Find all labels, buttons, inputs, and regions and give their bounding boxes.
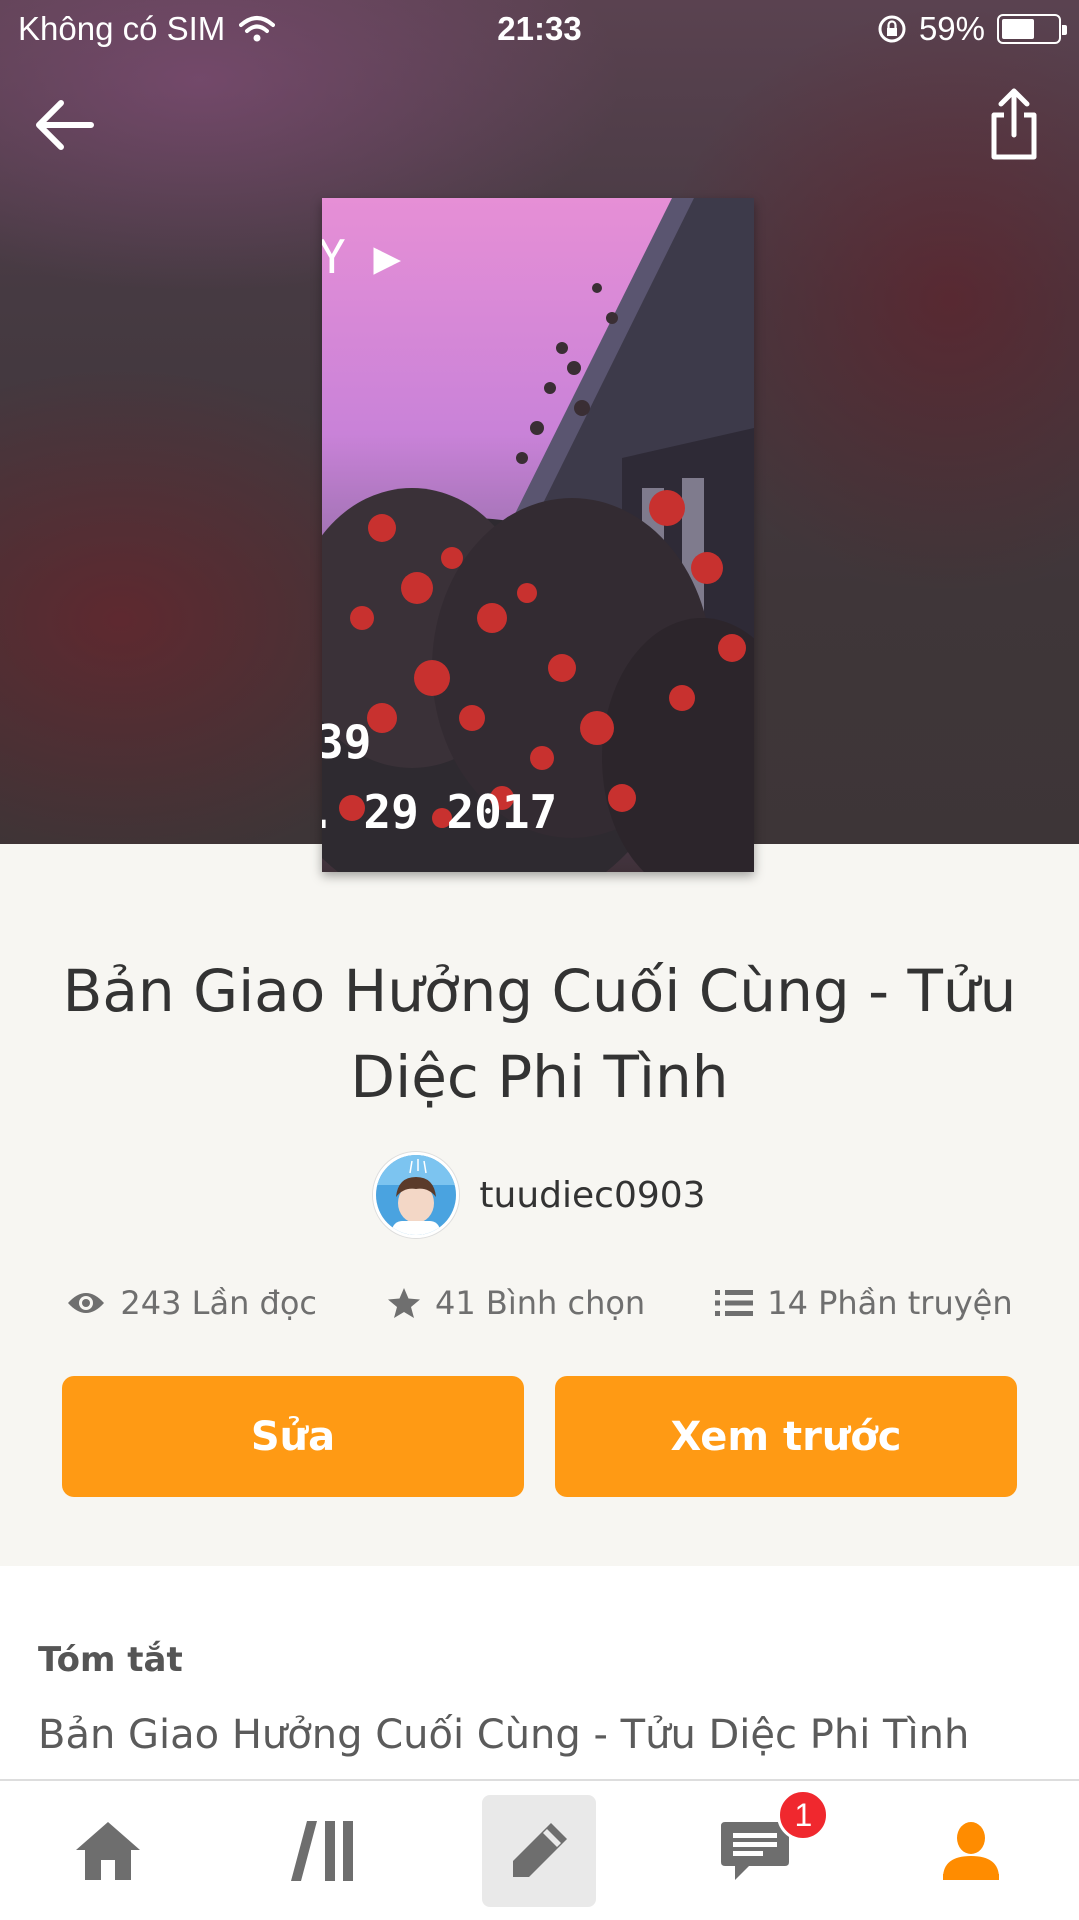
arrow-left-icon — [36, 100, 94, 150]
summary-section: Tóm tắt Bản Giao Hưởng Cuối Cùng - Tửu D… — [0, 1566, 1079, 1780]
preview-button[interactable]: Xem trước — [555, 1376, 1017, 1497]
story-header: Không có SIM 21:33 59% Y ▶ 39 . 29 2017 — [0, 0, 1079, 872]
summary-text: Bản Giao Hưởng Cuối Cùng - Tửu Diệc Phi … — [38, 1712, 970, 1758]
cover-overlay-line2: . 29 2017 — [322, 785, 557, 839]
rotation-lock-icon — [878, 15, 906, 43]
tab-messages[interactable]: 1 — [647, 1781, 863, 1920]
profile-icon — [943, 1821, 1000, 1880]
list-icon — [715, 1290, 754, 1316]
cover-overlay-top: Y ▶ — [322, 230, 401, 284]
avatar-image — [376, 1155, 457, 1235]
avatar[interactable] — [373, 1152, 460, 1238]
reads-label: 243 Lần đọc — [120, 1284, 317, 1322]
wifi-icon — [239, 16, 276, 42]
write-icon — [513, 1822, 568, 1877]
eye-icon — [68, 1293, 105, 1313]
status-bar: Không có SIM 21:33 59% — [0, 0, 1079, 60]
tab-bar: 1 — [0, 1779, 1079, 1920]
carrier-label: Không có SIM — [18, 10, 226, 47]
star-icon — [388, 1288, 420, 1318]
edit-button[interactable]: Sửa — [62, 1376, 524, 1497]
tab-write[interactable] — [432, 1781, 648, 1920]
tab-home[interactable] — [0, 1781, 216, 1920]
cover-overlay-line1: 39 — [322, 715, 371, 769]
parts-label: 14 Phần truyện — [767, 1284, 1013, 1322]
messages-badge: 1 — [777, 1789, 830, 1841]
author-row[interactable]: tuudiec0903 — [0, 1152, 1079, 1238]
summary-heading: Tóm tắt — [38, 1640, 183, 1680]
battery-icon — [997, 14, 1067, 44]
story-title: Bản Giao Hưởng Cuối Cùng - Tửu Diệc Phi … — [62, 957, 1017, 1111]
tab-write-active — [482, 1794, 597, 1907]
battery-fill — [1002, 19, 1034, 39]
back-button[interactable] — [30, 90, 100, 160]
votes-stat: 41 Bình chọn — [387, 1284, 645, 1322]
author-name[interactable]: tuudiec0903 — [479, 1175, 705, 1216]
share-button[interactable] — [979, 82, 1049, 166]
tab-library[interactable] — [216, 1781, 432, 1920]
home-icon — [75, 1821, 140, 1880]
story-stats: 243 Lần đọc 41 Bình chọn 14 Phần truyện — [0, 1284, 1079, 1322]
cover-image: Y ▶ 39 . 29 2017 — [322, 198, 754, 872]
parts-stat: 14 Phần truyện — [715, 1284, 1013, 1322]
battery-label: 59% — [918, 10, 985, 47]
status-right: 59% — [877, 10, 1067, 48]
library-icon — [290, 1820, 353, 1881]
tab-profile[interactable] — [863, 1781, 1079, 1920]
story-actions: Sửa Xem trước — [62, 1376, 1017, 1497]
reads-stat: 243 Lần đọc — [66, 1284, 317, 1322]
status-left: Không có SIM — [18, 10, 276, 48]
share-icon — [991, 88, 1037, 160]
votes-label: 41 Bình chọn — [435, 1284, 646, 1322]
story-cover[interactable]: Y ▶ 39 . 29 2017 — [322, 198, 754, 872]
